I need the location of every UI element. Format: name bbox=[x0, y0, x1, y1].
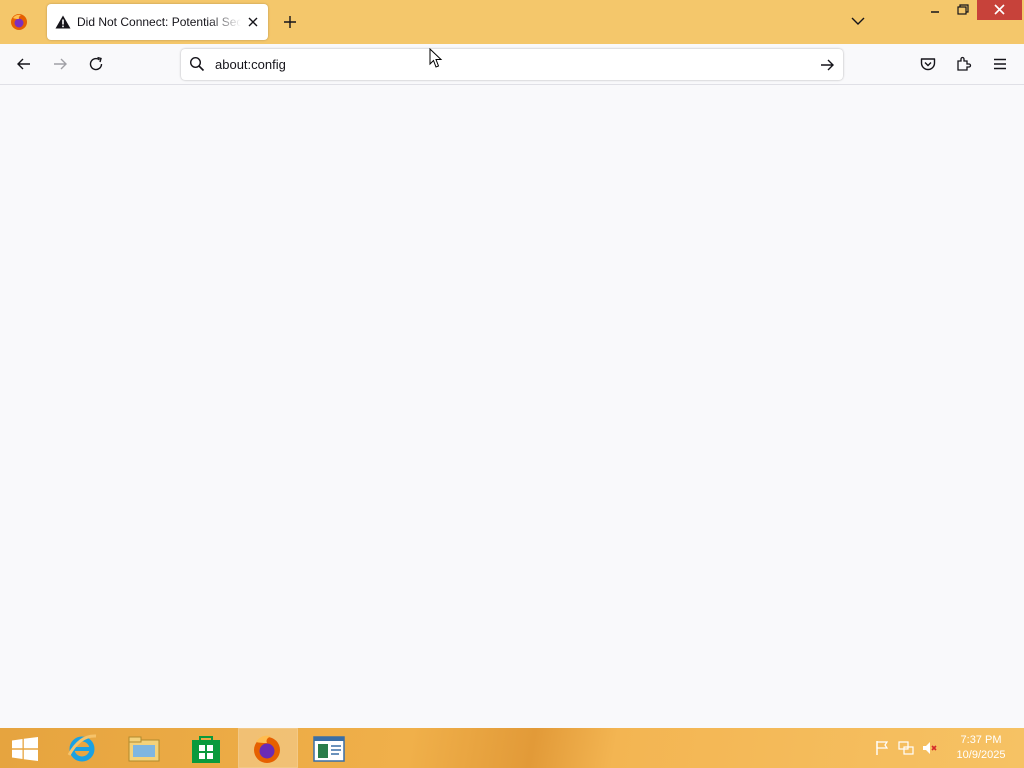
tab-close-icon[interactable] bbox=[246, 15, 260, 29]
firefox-logo-icon[interactable] bbox=[10, 13, 28, 31]
forward-arrow-icon[interactable] bbox=[51, 55, 69, 73]
taskbar-notepad-app[interactable] bbox=[300, 729, 358, 767]
list-all-tabs-chevron-down-icon[interactable] bbox=[850, 15, 866, 27]
reload-icon[interactable] bbox=[87, 55, 105, 73]
taskbar-file-explorer[interactable] bbox=[115, 729, 173, 767]
address-bar[interactable] bbox=[181, 49, 843, 80]
system-clock[interactable]: 7:37 PM 10/9/2025 bbox=[946, 733, 1016, 763]
start-button[interactable] bbox=[0, 729, 50, 767]
taskbar-store[interactable] bbox=[177, 729, 235, 767]
tab-title: Did Not Connect: Potential Security Issu… bbox=[77, 15, 241, 29]
taskbar: 7:37 PM 10/9/2025 bbox=[0, 728, 1024, 768]
taskbar-firefox[interactable] bbox=[238, 728, 298, 768]
navigation-toolbar bbox=[0, 44, 1024, 85]
restore-icon[interactable] bbox=[950, 0, 976, 22]
pocket-icon[interactable] bbox=[919, 55, 937, 73]
internet-explorer-icon bbox=[67, 734, 97, 762]
warning-icon bbox=[55, 15, 71, 29]
firefox-icon bbox=[254, 735, 280, 763]
file-explorer-icon bbox=[128, 736, 160, 762]
start-icon bbox=[12, 737, 38, 761]
store-icon bbox=[192, 736, 220, 763]
new-tab-icon[interactable] bbox=[282, 14, 298, 30]
clock-time: 7:37 PM bbox=[960, 734, 1002, 746]
minimize-icon[interactable] bbox=[920, 0, 950, 22]
url-input[interactable] bbox=[215, 54, 775, 75]
clock-date: 10/9/2025 bbox=[956, 749, 1006, 761]
flag-icon[interactable] bbox=[874, 740, 890, 756]
volume-muted-icon[interactable] bbox=[922, 740, 938, 756]
close-window-icon[interactable] bbox=[977, 0, 1022, 20]
mouse-cursor-icon bbox=[429, 48, 443, 68]
go-arrow-icon[interactable] bbox=[819, 57, 835, 73]
tab-active[interactable]: Did Not Connect: Potential Security Issu… bbox=[47, 4, 268, 40]
menu-icon[interactable] bbox=[991, 55, 1009, 73]
title-bar: Did Not Connect: Potential Security Issu… bbox=[0, 0, 1024, 44]
page-content bbox=[0, 85, 1024, 728]
search-icon bbox=[189, 56, 205, 72]
notepad-app-icon bbox=[313, 736, 345, 762]
taskbar-internet-explorer[interactable] bbox=[53, 729, 111, 767]
extensions-icon[interactable] bbox=[955, 55, 973, 73]
back-arrow-icon[interactable] bbox=[15, 55, 33, 73]
network-icon[interactable] bbox=[898, 740, 914, 756]
